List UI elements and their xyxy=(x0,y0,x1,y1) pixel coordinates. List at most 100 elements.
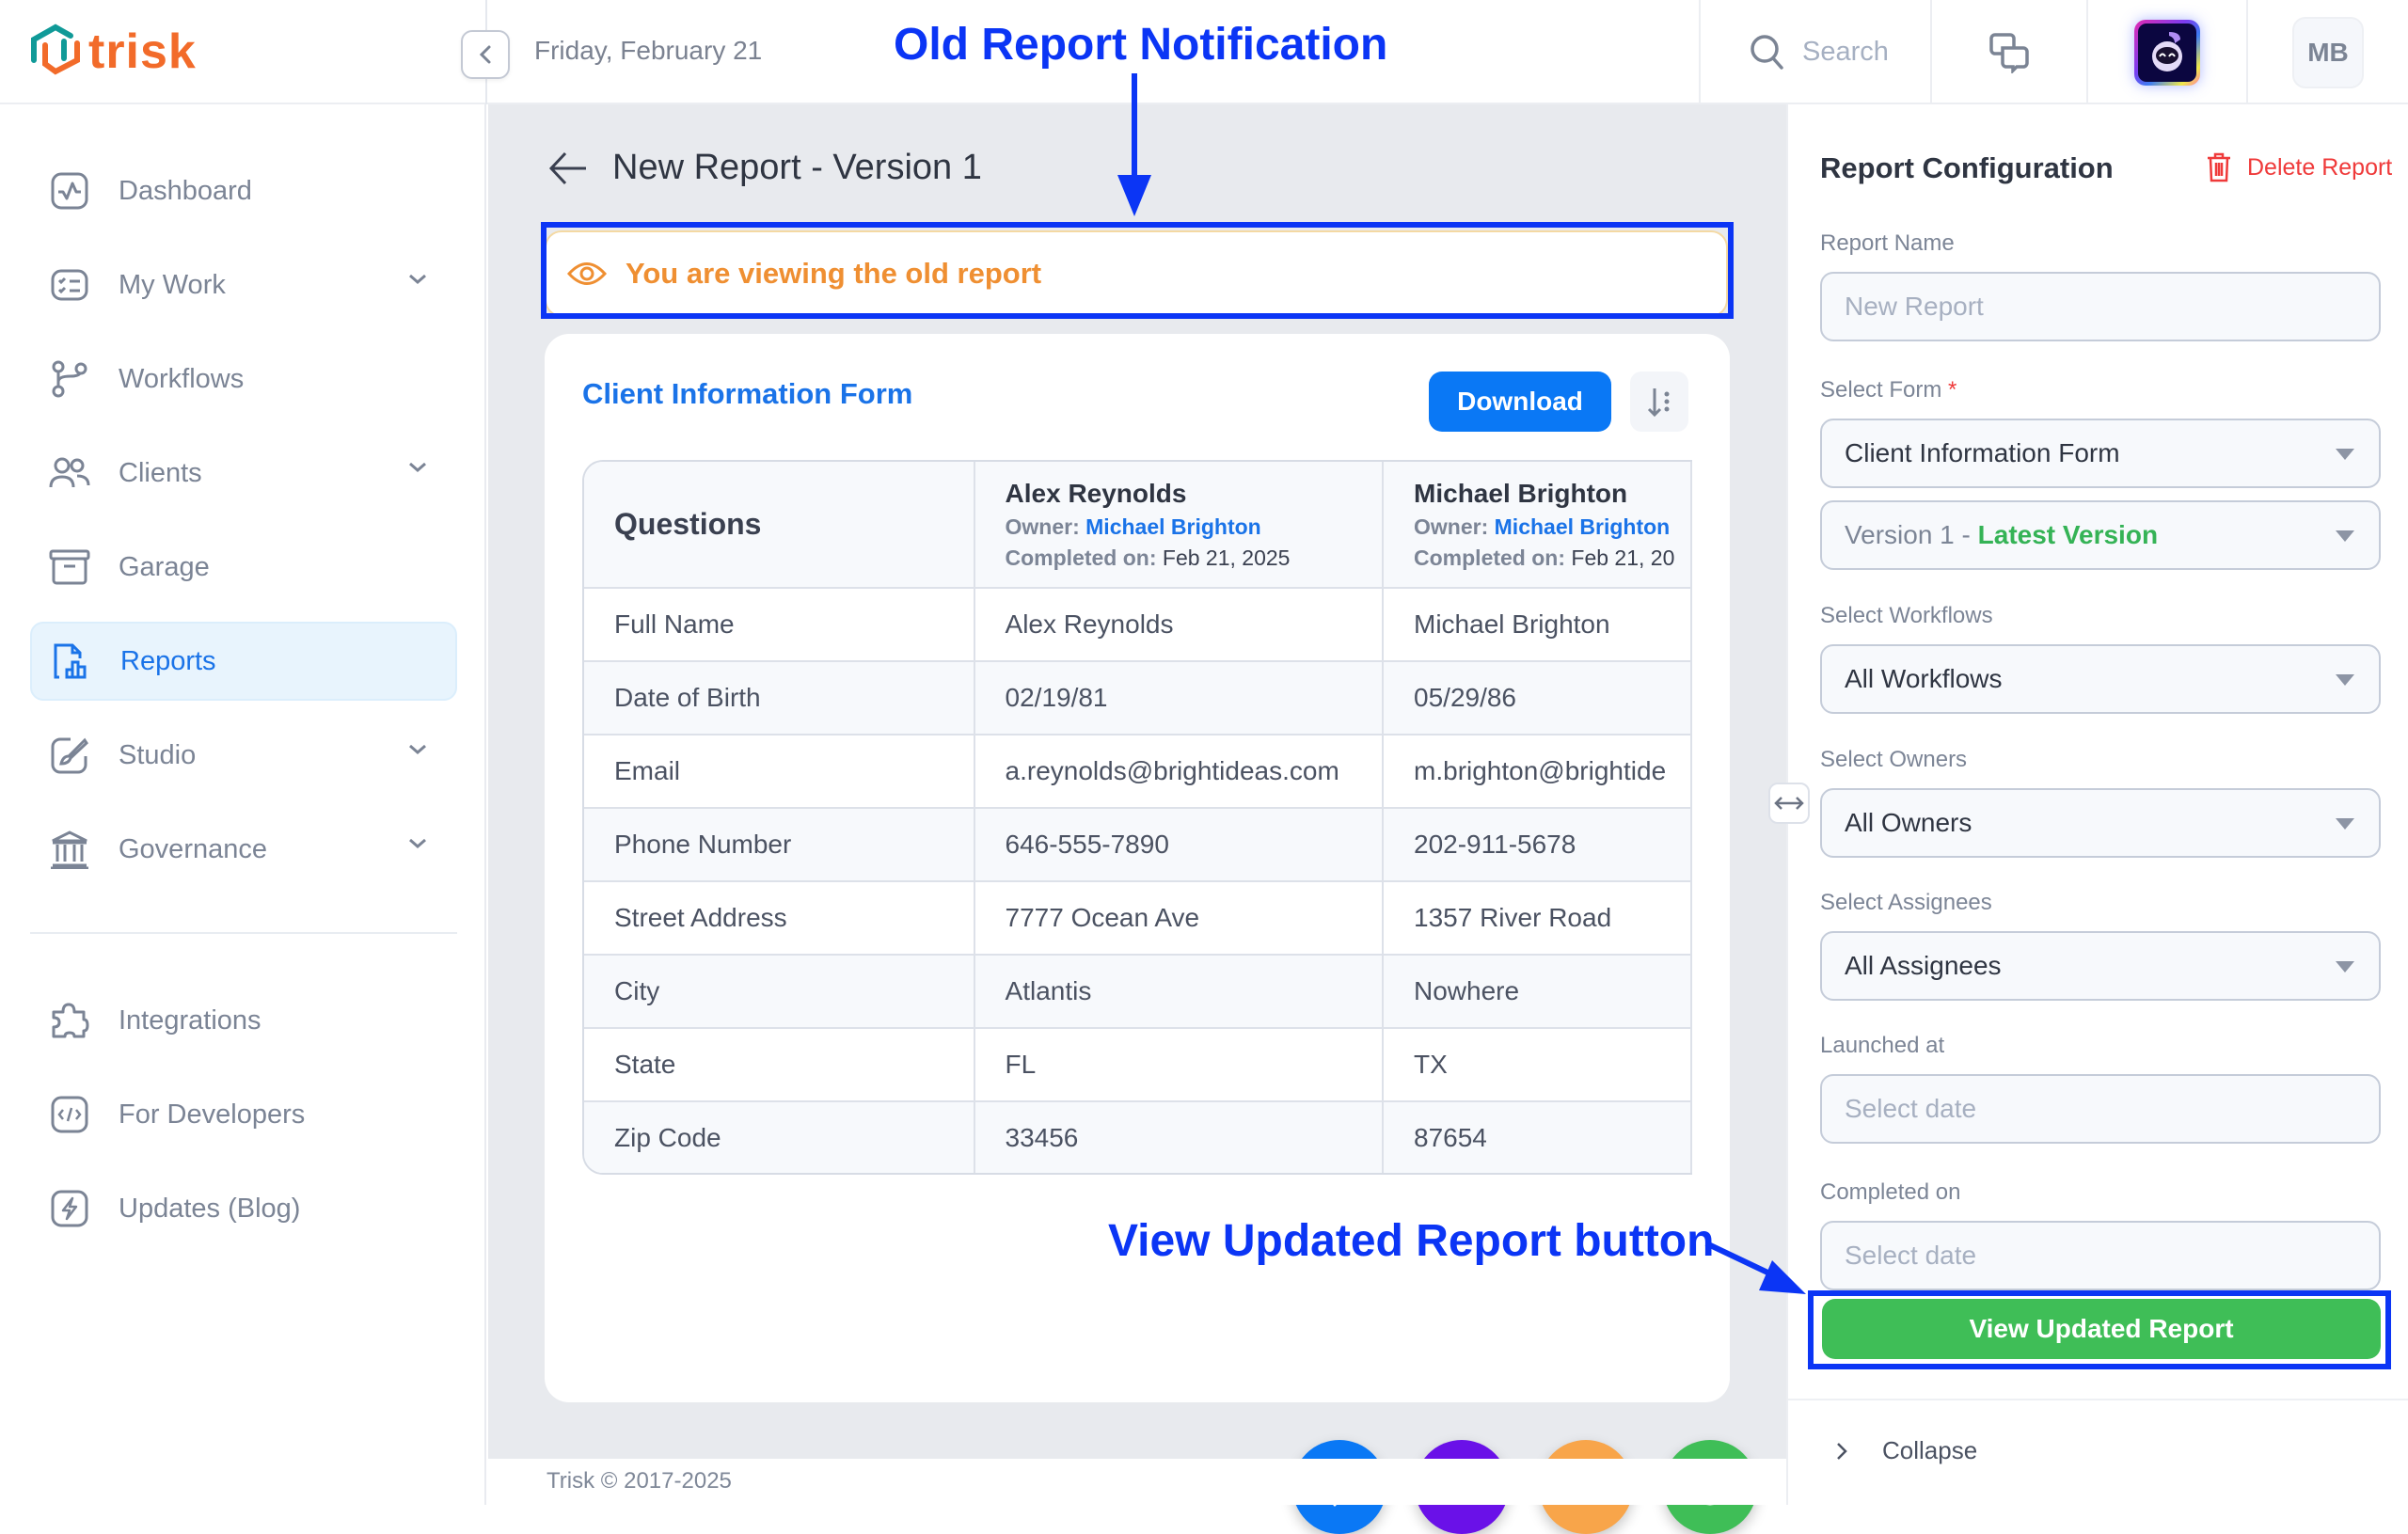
workflows-select[interactable]: All Workflows xyxy=(1820,644,2381,714)
latest-version-badge: Latest Version xyxy=(1977,520,2159,549)
sidebar-item-clients[interactable]: Clients xyxy=(30,434,457,513)
table-row: Date of Birth 02/19/81 05/29/86 xyxy=(584,661,1692,735)
sidebar-item-workflows[interactable]: Workflows xyxy=(30,340,457,419)
sidebar-item-studio[interactable]: Studio xyxy=(30,716,457,795)
annotation-highlight-notice xyxy=(541,222,1734,319)
assignees-select[interactable]: All Assignees xyxy=(1820,931,2381,1001)
table-row: Phone Number 646-555-7890 202-911-5678 xyxy=(584,808,1692,882)
ai-assistant-button[interactable] xyxy=(2086,0,2246,104)
back-arrow-icon[interactable] xyxy=(548,150,590,187)
answer-cell: 87654 xyxy=(1383,1101,1692,1173)
answer-cell: 02/19/81 xyxy=(974,661,1385,735)
copyright: Trisk © 2017-2025 xyxy=(547,1468,732,1494)
completed-on-date-input[interactable]: Select date xyxy=(1820,1221,2381,1290)
footer: Trisk © 2017-2025 xyxy=(488,1459,1786,1505)
logo-text: trisk xyxy=(88,24,197,79)
completed-on-label: Completed on xyxy=(1820,1179,1961,1205)
users-icon xyxy=(49,452,90,494)
table-row: Email a.reynolds@brightideas.com m.brighto… xyxy=(584,735,1692,809)
archive-icon xyxy=(49,546,90,588)
respondent-name: Michael Brighton xyxy=(1414,478,1628,508)
sidebar: Dashboard My Work Workflows Clients Gara… xyxy=(0,104,486,1505)
sidebar-item-label: Governance xyxy=(119,833,267,864)
panel-resize-handle[interactable] xyxy=(1768,783,1810,824)
sidebar-item-label: Clients xyxy=(119,457,202,488)
panel-divider xyxy=(1788,1399,2408,1400)
answer-cell: FL xyxy=(974,1028,1385,1102)
logo[interactable]: trisk xyxy=(28,23,197,81)
answer-cell: 1357 River Road xyxy=(1383,881,1692,956)
form-select[interactable]: Client Information Form xyxy=(1820,419,2381,488)
sidebar-item-reports[interactable]: Reports xyxy=(30,622,457,701)
owner-label: Owner: xyxy=(1414,514,1489,539)
annotation-view-button-label: View Updated Report button xyxy=(1108,1216,1715,1266)
bot-avatar xyxy=(2134,19,2200,86)
answer-cell: 05/29/86 xyxy=(1383,661,1692,735)
chat-icon xyxy=(1989,32,2029,73)
owner-link[interactable]: Michael Brighton xyxy=(1495,514,1671,539)
delete-report-label: Delete Report xyxy=(2247,153,2393,181)
messages-button[interactable] xyxy=(1930,0,2086,104)
sidebar-item-integrations[interactable]: Integrations xyxy=(30,981,457,1060)
report-name-input[interactable]: New Report xyxy=(1820,272,2381,341)
dropdown-caret-icon xyxy=(2336,674,2354,686)
resize-horizontal-icon xyxy=(1774,797,1804,810)
dropdown-caret-icon xyxy=(2336,530,2354,542)
owner-link[interactable]: Michael Brighton xyxy=(1085,514,1261,539)
table-row: Street Address 7777 Ocean Ave 1357 River R… xyxy=(584,881,1692,956)
launched-at-date-input[interactable]: Select date xyxy=(1820,1074,2381,1144)
search-placeholder: Search xyxy=(1802,37,1889,67)
checklist-icon xyxy=(49,264,90,306)
collapse-sidebar-button[interactable] xyxy=(461,30,510,79)
search-button[interactable]: Search xyxy=(1699,0,1930,104)
sidebar-item-governance[interactable]: Governance xyxy=(30,810,457,889)
answer-cell: 33456 xyxy=(974,1101,1385,1173)
question-cell: Email xyxy=(584,735,975,809)
sidebar-item-label: For Developers xyxy=(119,1099,306,1130)
sidebar-item-label: Garage xyxy=(119,551,210,582)
completed-date: Feb 21, 2025 xyxy=(1162,545,1291,570)
user-menu-button[interactable]: MB xyxy=(2246,0,2408,104)
sort-button[interactable] xyxy=(1630,372,1688,432)
table-row: Zip Code 33456 87654 xyxy=(584,1101,1692,1173)
respondent-header: Alex Reynolds Owner: Michael Brighton Co… xyxy=(974,462,1385,589)
sidebar-item-updates-blog[interactable]: Updates (Blog) xyxy=(30,1169,457,1248)
dropdown-caret-icon xyxy=(2336,449,2354,460)
assignees-label: Select Assignees xyxy=(1820,890,1992,915)
chevron-down-icon xyxy=(409,838,426,848)
activity-icon xyxy=(49,170,90,212)
trisk-logo-icon xyxy=(31,24,80,75)
brush-icon xyxy=(49,735,90,776)
delete-report-button[interactable]: Delete Report xyxy=(2206,151,2392,183)
search-icon xyxy=(1751,34,1783,70)
puzzle-icon xyxy=(49,1000,90,1041)
collapse-label: Collapse xyxy=(1882,1436,1978,1464)
question-cell: City xyxy=(584,955,975,1029)
answer-cell: 202-911-5678 xyxy=(1383,808,1692,882)
chevron-left-icon xyxy=(479,45,491,64)
avatar: MB xyxy=(2292,16,2364,88)
collapse-panel-button[interactable]: Collapse xyxy=(1835,1436,1977,1465)
form-title: Client Information Form xyxy=(582,377,913,410)
version-select[interactable]: Version 1 - Latest Version xyxy=(1820,500,2381,570)
answer-cell: 646-555-7890 xyxy=(974,808,1385,882)
annotation-old-report-label: Old Report Notification xyxy=(894,20,1388,70)
download-button[interactable]: Download xyxy=(1429,372,1611,432)
page-title: New Report - Version 1 xyxy=(612,148,982,187)
question-cell: Zip Code xyxy=(584,1101,975,1173)
answer-cell: Alex Reynolds xyxy=(974,588,1385,662)
question-cell: Phone Number xyxy=(584,808,975,882)
chevron-right-icon xyxy=(1837,1442,1847,1460)
owners-select[interactable]: All Owners xyxy=(1820,788,2381,858)
sidebar-item-for-developers[interactable]: For Developers xyxy=(30,1075,457,1154)
sidebar-item-label: Dashboard xyxy=(119,175,252,206)
report-name-label: Report Name xyxy=(1820,230,1955,256)
sidebar-item-my-work[interactable]: My Work xyxy=(30,245,457,324)
required-mark: * xyxy=(1948,377,1957,403)
code-icon xyxy=(49,1094,90,1135)
question-cell: Date of Birth xyxy=(584,661,975,735)
sidebar-item-garage[interactable]: Garage xyxy=(30,528,457,607)
sidebar-item-dashboard[interactable]: Dashboard xyxy=(30,151,457,230)
chevron-down-icon xyxy=(409,462,426,472)
answer-cell: a.reynolds@brightideas.com xyxy=(974,735,1385,809)
